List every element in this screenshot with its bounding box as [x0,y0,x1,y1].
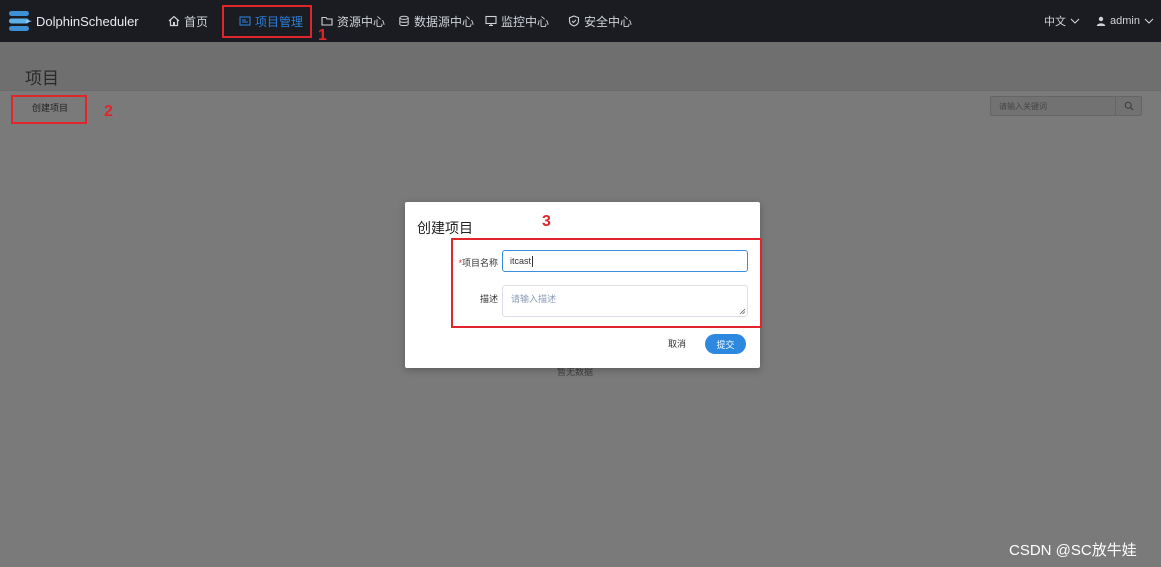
chevron-down-icon [1144,18,1154,24]
annotation-box-3 [451,238,762,328]
language-label: 中文 [1044,16,1066,28]
shield-icon [568,15,580,27]
monitor-icon [485,15,497,27]
dolphin-logo-icon [9,11,32,31]
annotation-box-2 [11,95,87,124]
submit-button[interactable]: 提交 [705,334,746,354]
app-name: DolphinScheduler [36,13,139,29]
annotation-box-1 [222,5,312,38]
top-nav: DolphinScheduler 首页 项目管理 资源中心 数据源中心 监控中心… [0,0,1161,42]
annotation-label-3: 3 [542,213,551,230]
nav-security-center[interactable]: 安全中心 [568,0,632,42]
user-icon [1096,16,1106,26]
page-header [0,42,1161,90]
modal-title: 创建项目 [417,220,473,236]
cancel-button[interactable]: 取消 [668,337,686,350]
annotation-label-2: 2 [104,103,113,120]
folder-icon [321,16,333,26]
nav-security-label: 安全中心 [584,14,633,29]
language-switcher[interactable]: 中文 [1044,0,1080,42]
nav-datasource-label: 数据源中心 [414,14,475,29]
divider [0,90,1161,91]
search-icon [1124,101,1133,111]
nav-monitor-label: 监控中心 [501,14,550,29]
home-icon [168,15,180,27]
search-button[interactable] [1115,97,1141,115]
chevron-down-icon [1070,18,1080,24]
nav-resource-label: 资源中心 [337,14,386,29]
watermark: CSDN @SC放牛娃 [1009,542,1137,559]
database-icon [399,15,409,27]
search-input[interactable]: 请输入关键词 [990,96,1142,116]
nav-datasource-center[interactable]: 数据源中心 [398,0,474,42]
page-title: 项目 [25,69,59,88]
nav-home[interactable]: 首页 [168,0,208,42]
username: admin [1110,15,1140,27]
search-placeholder: 请输入关键词 [999,101,1047,111]
user-menu[interactable]: admin [1096,0,1154,42]
nav-resource-center[interactable]: 资源中心 [321,0,385,42]
logo[interactable]: DolphinScheduler [6,7,139,35]
nav-home-label: 首页 [184,14,209,29]
nav-monitor-center[interactable]: 监控中心 [485,0,549,42]
